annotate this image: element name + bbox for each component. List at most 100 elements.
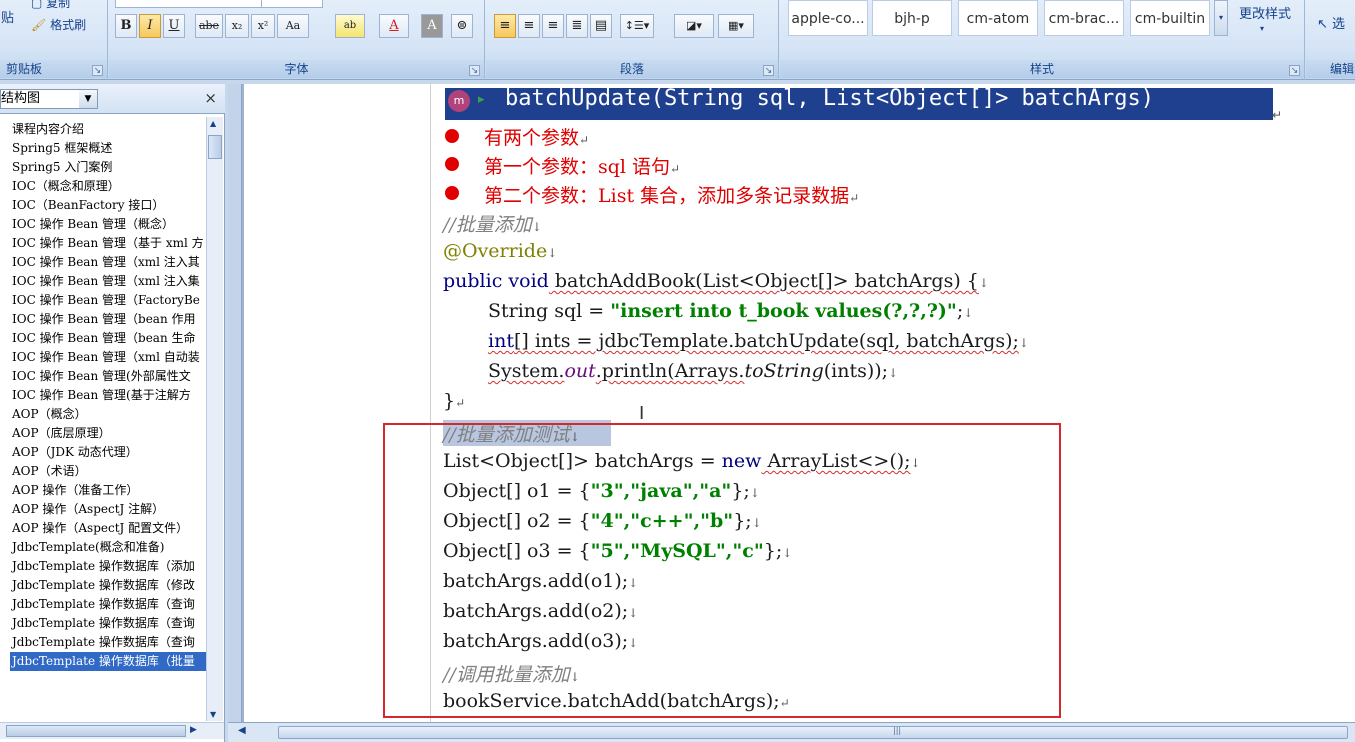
styles-group: apple-co... bjh-p cm-atom cm-brac... cm-… xyxy=(780,0,1305,80)
scroll-right-icon[interactable]: ▶ xyxy=(190,725,197,735)
strikethrough-button[interactable]: abe xyxy=(195,14,223,38)
font-group-label: 字体 xyxy=(109,60,484,78)
nav-item[interactable]: 课程内容介绍 xyxy=(0,120,206,139)
format-painter-button[interactable]: 🖌 格式刷 xyxy=(30,14,87,36)
nav-horizontal-scrollbar[interactable]: ▶ xyxy=(0,722,224,739)
scroll-left-icon[interactable]: ◀ xyxy=(238,725,246,736)
nav-item[interactable]: AOP 操作（AspectJ 配置文件） xyxy=(0,519,206,538)
nav-item[interactable]: JdbcTemplate 操作数据库（添加 xyxy=(0,557,206,576)
scroll-up-icon[interactable]: ▲ xyxy=(210,119,216,128)
vertical-ruler xyxy=(228,84,242,724)
nav-view-select[interactable]: 结构图 ▼ xyxy=(0,89,98,109)
nav-item[interactable]: JdbcTemplate 操作数据库（批量 xyxy=(10,652,206,671)
chevron-down-icon: ▼ xyxy=(79,90,97,108)
font-name-box[interactable] xyxy=(115,0,263,8)
code-line: public void batchAddBook(List<Object[]> … xyxy=(443,270,989,292)
ribbon: 贴 ▢ 复制 🖌 格式刷 剪贴板 ↘ B I U abe x₂ x² Aa ab… xyxy=(0,0,1355,80)
justify-icon[interactable]: ≣ xyxy=(566,14,588,38)
nav-item[interactable]: IOC 操作 Bean 管理(外部属性文 xyxy=(0,367,206,386)
line-spacing-icon[interactable]: ↕☰▾ xyxy=(620,14,654,38)
nav-header: 结构图 ▼ × xyxy=(0,84,225,114)
nav-item[interactable]: IOC 操作 Bean 管理（基于 xml 方 xyxy=(0,234,206,253)
nav-item[interactable]: JdbcTemplate 操作数据库（查询 xyxy=(0,595,206,614)
styles-launcher-icon[interactable]: ↘ xyxy=(1289,65,1300,76)
change-case-button[interactable]: Aa xyxy=(277,14,309,38)
clipboard-launcher-icon[interactable]: ↘ xyxy=(92,65,103,76)
styles-group-label: 样式 xyxy=(780,60,1304,78)
nav-item[interactable]: IOC 操作 Bean 管理（bean 作用 xyxy=(0,310,206,329)
nav-item[interactable]: IOC（概念和原理） xyxy=(0,177,206,196)
nav-scroll-thumb[interactable] xyxy=(208,135,222,159)
italic-button[interactable]: I xyxy=(139,14,161,38)
font-launcher-icon[interactable]: ↘ xyxy=(469,65,480,76)
document-hscroll-thumb[interactable] xyxy=(278,726,1348,739)
code-annotation: @Override↓ xyxy=(443,240,558,262)
nav-item[interactable]: AOP 操作（准备工作） xyxy=(0,481,206,500)
scroll-down-icon[interactable]: ▼ xyxy=(210,710,216,719)
nav-item[interactable]: JdbcTemplate 操作数据库（查询 xyxy=(0,633,206,652)
bullet-text: 第二个参数：List 集合，添加多条记录数据↵ xyxy=(484,185,860,207)
nav-item[interactable]: AOP（术语） xyxy=(0,462,206,481)
close-icon[interactable]: × xyxy=(204,89,217,107)
method-heading: batchUpdate(String sql, List<Object[]> b… xyxy=(505,86,1155,111)
nav-item[interactable]: Spring5 入门案例 xyxy=(0,158,206,177)
bullet-icon xyxy=(445,129,459,143)
nav-item[interactable]: IOC 操作 Bean 管理（xml 注入集 xyxy=(0,272,206,291)
char-shading-button[interactable]: A xyxy=(421,14,443,38)
document-map-pane: 结构图 ▼ × 课程内容介绍 Spring5 框架概述 Spring5 入门案例 IO… xyxy=(0,84,225,742)
code-line: System.out.println(Arrays.toString(ints)… xyxy=(488,360,899,382)
style-item[interactable]: apple-co... xyxy=(788,0,868,36)
nav-list: 课程内容介绍 Spring5 框架概述 Spring5 入门案例 IOC（概念和原理）… xyxy=(0,120,206,722)
select-button[interactable]: ↖ 选 xyxy=(1316,14,1346,36)
font-size-box[interactable] xyxy=(261,0,323,8)
paste-button[interactable]: 贴 xyxy=(0,8,15,30)
borders-icon[interactable]: ▦▾ xyxy=(718,14,754,38)
nav-item[interactable]: AOP（底层原理） xyxy=(0,424,206,443)
nav-item[interactable]: IOC 操作 Bean 管理（FactoryBe xyxy=(0,291,206,310)
nav-item[interactable]: IOC 操作 Bean 管理（bean 生命 xyxy=(0,329,206,348)
nav-item[interactable]: IOC 操作 Bean 管理(基于注解方 xyxy=(0,386,206,405)
text-cursor-icon: I xyxy=(639,403,645,424)
underline-button[interactable]: U xyxy=(163,14,185,38)
align-left-icon[interactable]: ≡ xyxy=(494,14,516,38)
nav-item[interactable]: IOC 操作 Bean 管理（xml 自动装 xyxy=(0,348,206,367)
nav-item[interactable]: IOC 操作 Bean 管理（xml 注入其 xyxy=(0,253,206,272)
nav-item[interactable]: JdbcTemplate 操作数据库（查询 xyxy=(0,614,206,633)
bold-button[interactable]: B xyxy=(115,14,137,38)
bullet-icon xyxy=(445,186,459,200)
align-right-icon[interactable]: ≡ xyxy=(542,14,564,38)
copy-button[interactable]: ▢ 复制 xyxy=(30,0,71,14)
nav-item[interactable]: AOP 操作（AspectJ 注解） xyxy=(0,500,206,519)
nav-hscroll-thumb[interactable] xyxy=(6,725,186,737)
distribute-icon[interactable]: ▤ xyxy=(590,14,612,38)
nav-item[interactable]: JdbcTemplate(概念和准备) xyxy=(0,538,206,557)
paragraph-group-label: 段落 xyxy=(486,60,778,78)
styles-scroll-icon[interactable]: ▾ xyxy=(1214,0,1228,36)
font-color-button[interactable]: A xyxy=(379,14,409,38)
nav-item[interactable]: IOC（BeanFactory 接口） xyxy=(0,196,206,215)
style-item[interactable]: cm-builtin xyxy=(1130,0,1210,36)
enclose-char-button[interactable]: ⊜ xyxy=(451,14,473,38)
change-styles-button[interactable]: 更改样式 xyxy=(1238,4,1292,26)
nav-item[interactable]: AOP（概念） xyxy=(0,405,206,424)
clipboard-group-label: 剪贴板 xyxy=(0,60,107,78)
nav-item[interactable]: AOP（JDK 动态代理） xyxy=(0,443,206,462)
nav-item[interactable]: IOC 操作 Bean 管理（概念） xyxy=(0,215,206,234)
change-styles-arrow-icon: ▾ xyxy=(1260,24,1265,33)
bullet-text: 第一个参数：sql 语句↵ xyxy=(484,156,681,178)
document-horizontal-scrollbar[interactable]: ◀ ||| xyxy=(228,722,1355,742)
style-item[interactable]: cm-atom xyxy=(958,0,1038,36)
shading-icon[interactable]: ◪▾ xyxy=(674,14,714,38)
nav-vertical-scrollbar[interactable]: ▲ ▼ xyxy=(206,117,223,721)
code-line: }↵ xyxy=(443,390,466,412)
nav-item[interactable]: Spring5 框架概述 xyxy=(0,139,206,158)
nav-item[interactable]: JdbcTemplate 操作数据库（修改 xyxy=(0,576,206,595)
align-center-icon[interactable]: ≡ xyxy=(518,14,540,38)
subscript-button[interactable]: x₂ xyxy=(225,14,249,38)
style-item[interactable]: cm-brac... xyxy=(1044,0,1124,36)
paragraph-launcher-icon[interactable]: ↘ xyxy=(763,65,774,76)
highlight-color-button[interactable]: ab xyxy=(335,14,365,38)
style-item[interactable]: bjh-p xyxy=(872,0,952,36)
superscript-button[interactable]: x² xyxy=(251,14,275,38)
editing-group: ↖ 选 编辑 xyxy=(1306,0,1355,80)
